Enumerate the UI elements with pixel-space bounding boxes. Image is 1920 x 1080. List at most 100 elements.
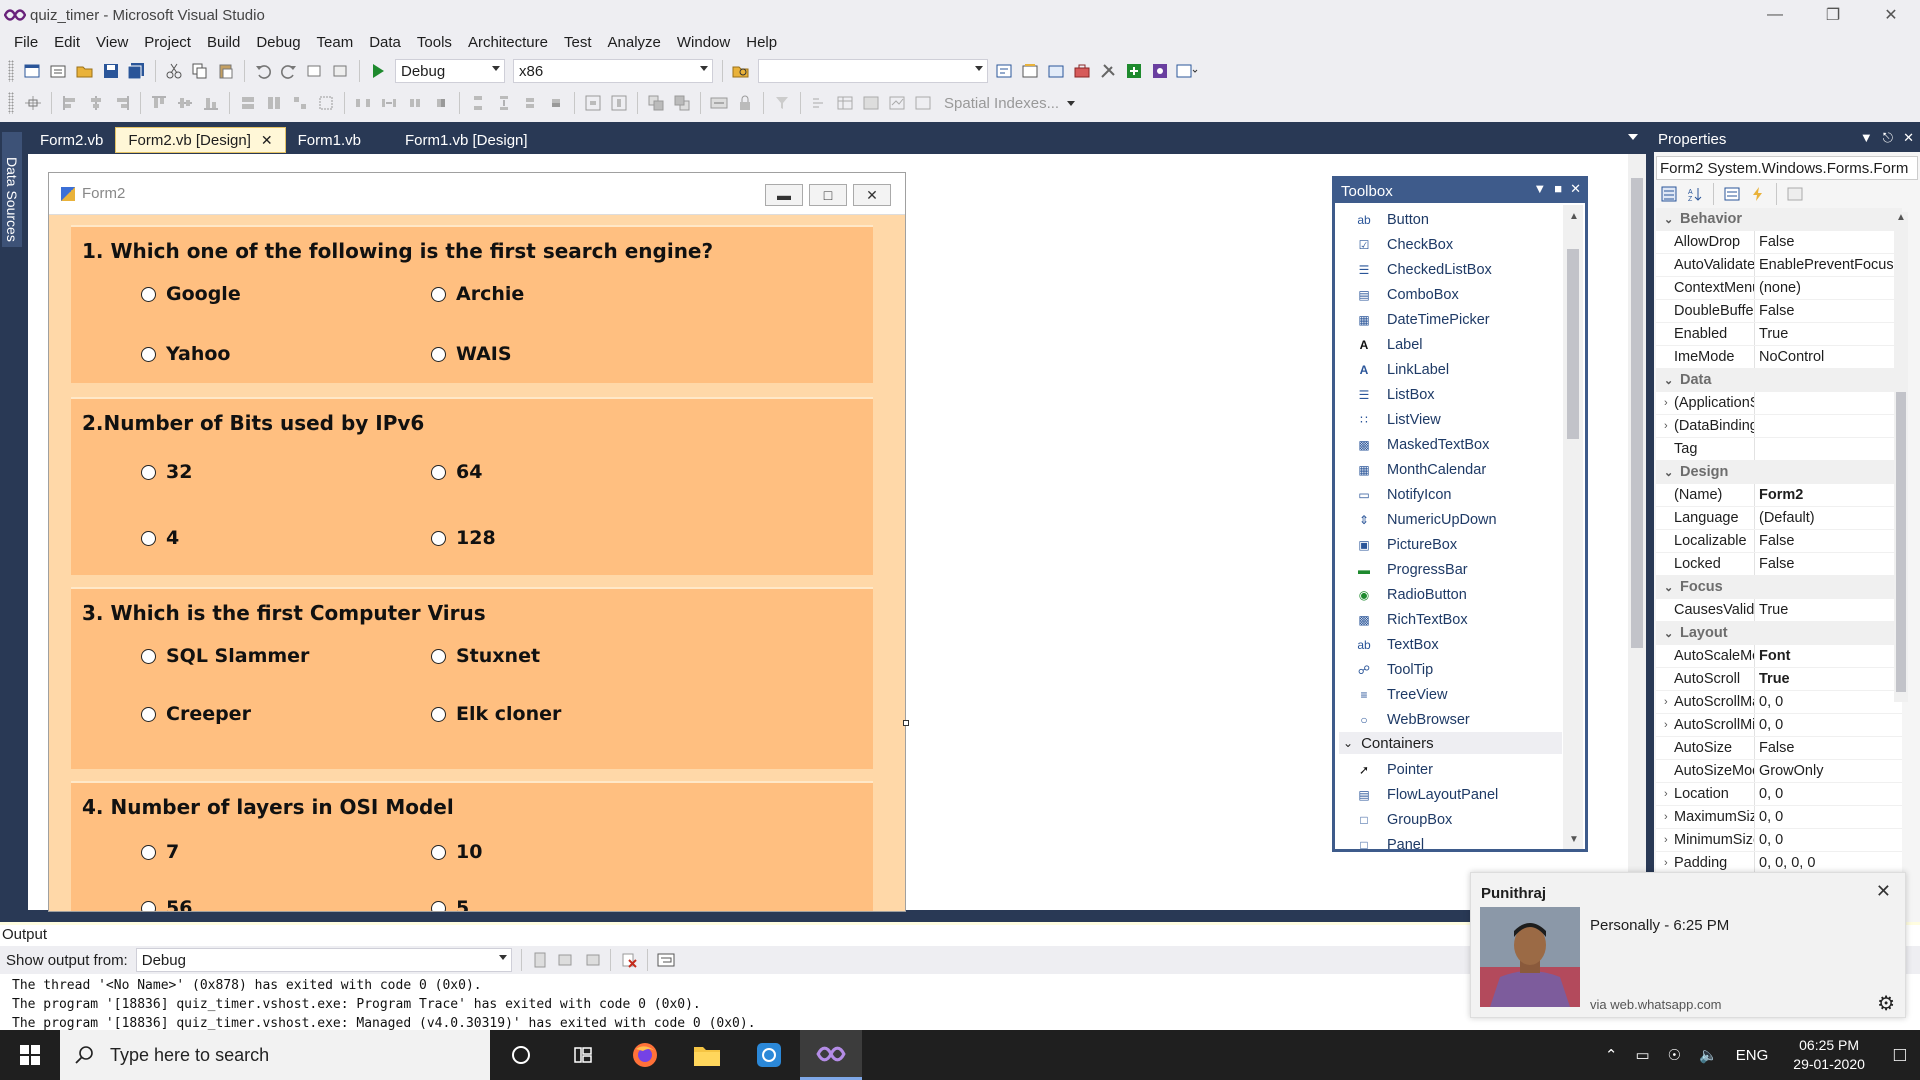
property-value[interactable]: True (1754, 599, 1902, 621)
property-category[interactable]: ⌄ Design (1656, 461, 1902, 484)
decrease-horizontal-spacing-icon[interactable] (404, 92, 426, 114)
find-in-files-icon[interactable] (730, 60, 752, 82)
tab-form1-design[interactable]: Form1.vb [Design] (393, 127, 540, 153)
taskbar-search-box[interactable]: Type here to search (60, 1030, 490, 1080)
toolbar-grip[interactable] (8, 60, 14, 82)
paste-icon[interactable] (215, 60, 237, 82)
radio-button[interactable] (141, 464, 156, 480)
form-close-button[interactable]: ✕ (853, 184, 891, 206)
center-horizontally-icon[interactable] (582, 92, 604, 114)
remove-vertical-spacing-icon[interactable] (545, 92, 567, 114)
center-vertically-icon[interactable] (608, 92, 630, 114)
collapse-icon[interactable]: ⌄ (1664, 374, 1673, 387)
property-row[interactable]: AutoScroll True (1656, 668, 1902, 691)
gear-icon[interactable]: ⚙ (1877, 991, 1895, 1016)
expand-icon[interactable]: › (1664, 420, 1668, 432)
toolbox-item-numericupdown[interactable]: ⇕ NumericUpDown (1357, 507, 1497, 532)
radio-button[interactable] (141, 286, 156, 302)
task-view-button[interactable] (552, 1030, 614, 1080)
menu-project[interactable]: Project (136, 34, 199, 51)
properties-scrollbar[interactable]: ▲ (1894, 212, 1908, 702)
radio-button[interactable] (431, 530, 446, 546)
team-explorer-icon[interactable] (1150, 60, 1172, 82)
properties-close-icon[interactable]: ✕ (1903, 130, 1914, 146)
collapse-icon[interactable]: ⌄ (1664, 581, 1673, 594)
toolbox-item-label[interactable]: A Label (1357, 332, 1423, 357)
menu-edit[interactable]: Edit (46, 34, 88, 51)
menu-tools[interactable]: Tools (409, 34, 460, 51)
close-tab-icon[interactable]: ✕ (261, 132, 273, 149)
question-panel-1[interactable]: 1. Which one of the following is the fir… (71, 225, 873, 383)
property-row[interactable]: › (DataBindings) (1656, 415, 1902, 438)
redo-icon[interactable] (278, 60, 300, 82)
align-lefts-icon[interactable] (59, 92, 81, 114)
action-center-icon[interactable]: □ (1894, 1044, 1906, 1067)
property-value[interactable]: EnablePreventFocusChange (1754, 254, 1902, 276)
undo-icon[interactable] (252, 60, 274, 82)
option-radio[interactable]: 5 (431, 897, 469, 911)
align-middles-icon[interactable] (174, 92, 196, 114)
menu-data[interactable]: Data (361, 34, 409, 51)
scroll-up-icon[interactable]: ▲ (1896, 212, 1906, 223)
find-message-icon[interactable] (529, 949, 551, 971)
form-minimize-button[interactable]: ▬ (765, 184, 803, 206)
navigate-forward-icon[interactable] (330, 60, 352, 82)
toolbar-grip[interactable] (8, 92, 14, 114)
start-button[interactable] (0, 1030, 60, 1080)
form-maximize-button[interactable]: □ (809, 184, 847, 206)
property-row[interactable]: AutoSize False (1656, 737, 1902, 760)
option-radio[interactable]: WAIS (431, 343, 512, 365)
toolbox-item-button[interactable]: ab Button (1357, 207, 1429, 232)
property-value[interactable]: False (1754, 737, 1902, 759)
battery-icon[interactable]: ▭ (1635, 1046, 1649, 1064)
option-radio[interactable]: SQL Slammer (141, 645, 309, 667)
option-radio[interactable]: Creeper (141, 703, 251, 725)
property-row[interactable]: DoubleBufferedFalse (1656, 300, 1902, 323)
question-panel-4[interactable]: 4. Number of layers in OSI Model 7 10 56… (71, 781, 873, 911)
property-value[interactable] (1754, 438, 1902, 460)
property-row[interactable]: AutoSizeModeGrowOnly (1656, 760, 1902, 783)
output-source-dropdown[interactable]: Debug (135, 948, 512, 972)
save-icon[interactable] (100, 60, 122, 82)
property-value[interactable]: NoControl (1754, 346, 1902, 368)
toolbox-category-containers[interactable]: ⌄ Containers (1339, 732, 1562, 754)
property-value[interactable]: 0, 0 (1754, 691, 1902, 713)
expand-icon[interactable]: › (1664, 719, 1668, 731)
menu-architecture[interactable]: Architecture (460, 34, 556, 51)
spatial-window-icon[interactable] (912, 92, 934, 114)
property-row[interactable]: (Name) Form2 (1656, 484, 1902, 507)
menu-debug[interactable]: Debug (248, 34, 308, 51)
option-radio[interactable]: Google (141, 283, 241, 305)
radio-button[interactable] (431, 346, 446, 362)
expand-icon[interactable]: › (1664, 397, 1668, 409)
radio-button[interactable] (141, 530, 156, 546)
next-message-icon[interactable] (581, 949, 603, 971)
property-row[interactable]: Language (Default) (1656, 507, 1902, 530)
toolbox-item-tooltip[interactable]: ☍ ToolTip (1357, 657, 1433, 682)
property-category[interactable]: ⌄ Layout (1656, 622, 1902, 645)
expand-icon[interactable]: › (1664, 788, 1668, 800)
radio-button[interactable] (431, 286, 446, 302)
tab-list-dropdown-icon[interactable] (1628, 134, 1638, 140)
question-panel-2[interactable]: 2.Number of Bits used by IPv6 32 64 4 12… (71, 397, 873, 575)
extensions-icon[interactable] (1124, 60, 1146, 82)
minimize-button[interactable]: — (1746, 0, 1804, 30)
property-row[interactable]: AutoValidateEnablePreventFocusChange (1656, 254, 1902, 277)
navigate-backward-icon[interactable] (304, 60, 326, 82)
toolbox-item-listview[interactable]: ∷ ListView (1357, 407, 1441, 432)
align-tops-icon[interactable] (148, 92, 170, 114)
spatial-table-icon[interactable] (834, 92, 856, 114)
option-radio[interactable]: 128 (431, 527, 496, 549)
property-row[interactable]: AutoScaleModeFont (1656, 645, 1902, 668)
solution-configuration-dropdown[interactable]: Debug (395, 59, 505, 83)
toolbox-item-datetimepicker[interactable]: ▦ DateTimePicker (1357, 307, 1489, 332)
events-icon[interactable] (1747, 183, 1769, 205)
show-hidden-icons-icon[interactable]: ⌃ (1605, 1046, 1618, 1064)
menu-window[interactable]: Window (669, 34, 738, 51)
property-value[interactable]: False (1754, 300, 1902, 322)
start-debugging-icon[interactable] (367, 60, 389, 82)
property-row[interactable]: ImeMode NoControl (1656, 346, 1902, 369)
toolbox-item-picturebox[interactable]: ▣ PictureBox (1357, 532, 1457, 557)
clock[interactable]: 06:25 PM 29-01-2020 (1793, 1036, 1865, 1074)
radio-button[interactable] (141, 900, 156, 911)
